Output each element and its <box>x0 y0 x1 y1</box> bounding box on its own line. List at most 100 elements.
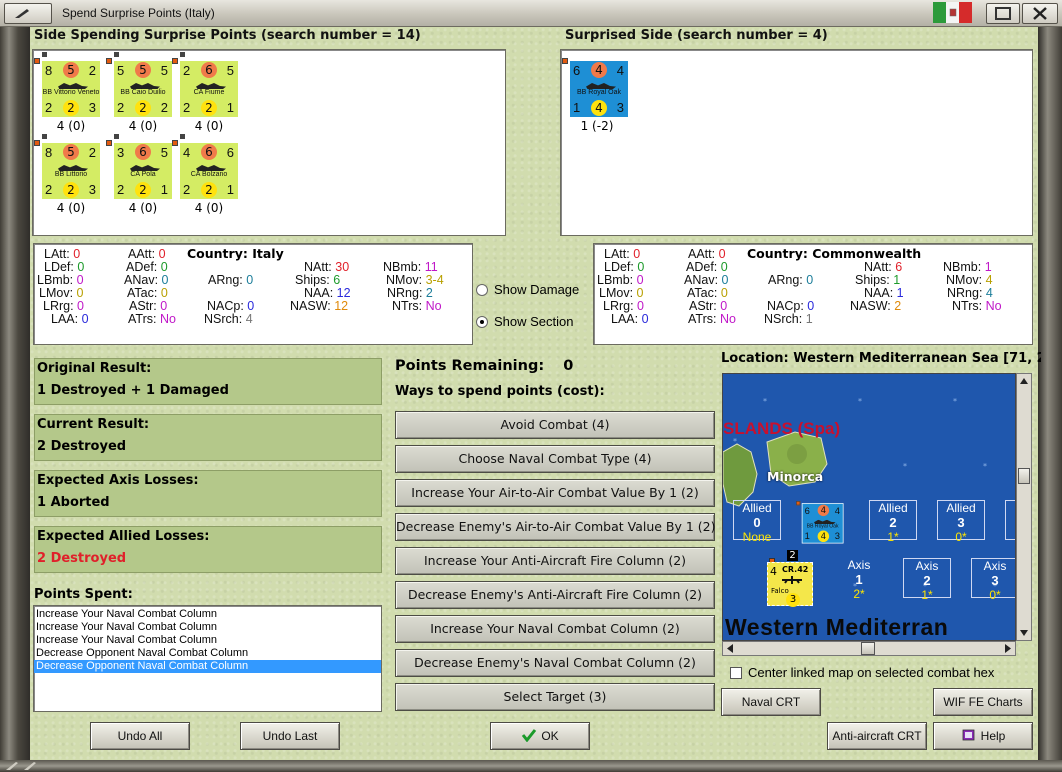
vertical-scroll-thumb[interactable] <box>1018 468 1030 484</box>
surprised-units-panel[interactable] <box>560 49 1033 236</box>
help-label: Help <box>980 729 1006 743</box>
counter-unit[interactable]: 8 5 2 BB Littorio 2 2 3 <box>34 134 100 199</box>
italy-stats-panel: LAtt: 0 LDef: 0 LBmb: 0 LMov: 0 LRrg: 0 … <box>33 243 473 345</box>
counter-stat: 3 <box>616 100 624 115</box>
checkbox-unchecked-icon <box>730 667 742 679</box>
box-value: 1* <box>887 530 899 544</box>
counter-stat: 6 <box>573 63 581 78</box>
horizontal-scroll-thumb[interactable] <box>861 642 875 655</box>
spend-option-button[interactable]: Decrease Enemy's Naval Combat Column (2) <box>395 649 715 677</box>
linked-map[interactable]: * * * * * * * * * SLANDS (Spa) Minorca Allied … <box>722 373 1016 641</box>
axis-box-3[interactable]: Axis 3 0* <box>971 558 1015 602</box>
counter-royal-oak[interactable]: 6 4 4 BB Royal Oak 1 4 3 <box>562 58 628 117</box>
stat-value: 0 <box>641 312 649 326</box>
counter-stat: 3 <box>88 182 96 197</box>
counter-stat: 2 <box>45 182 53 197</box>
box-number: 2 <box>889 515 897 530</box>
box-side: Allied <box>742 501 772 515</box>
points-spent-list[interactable]: Increase Your Naval Combat Column Increas… <box>33 605 382 712</box>
unit-marker-icon <box>106 58 112 64</box>
list-item[interactable]: Increase Your Naval Combat Column <box>34 634 381 647</box>
map-horizontal-scrollbar[interactable] <box>722 641 1016 656</box>
original-result-box: Original Result: 1 Destroyed + 1 Damaged <box>34 358 382 405</box>
counter-stat: 1 <box>160 182 168 197</box>
help-book-icon <box>962 729 975 741</box>
wif-fe-charts-button[interactable]: WIF FE Charts <box>933 688 1033 716</box>
system-menu-button[interactable] <box>4 3 52 24</box>
counter-unit[interactable]: 5 5 5 BB Caio Duilio 2 2 2 <box>106 52 172 117</box>
counter-stat: 1 <box>226 100 234 115</box>
counter-stat: 2 <box>183 182 191 197</box>
air-unit-counter[interactable]: 2 4 CR.42 Falco 3 <box>765 550 815 607</box>
counter-caption: 4 (0) <box>56 119 86 133</box>
allied-box-3[interactable]: Allied 3 0* <box>937 500 985 544</box>
ok-button[interactable]: OK <box>490 722 590 750</box>
counter-stat: 4 <box>834 505 840 517</box>
scroll-up-icon[interactable] <box>1017 374 1031 388</box>
counter-stat: 1 <box>226 182 234 197</box>
undo-all-button[interactable]: Undo All <box>90 722 190 750</box>
close-button[interactable] <box>1022 3 1058 24</box>
allied-box-0[interactable]: Allied 0 None <box>733 500 781 544</box>
spend-option-button[interactable]: Increase Your Air-to-Air Combat Value By… <box>395 479 715 507</box>
counter-stat: 2 <box>135 182 151 198</box>
counter-stat: 4 <box>770 565 777 578</box>
resize-grip-icon[interactable] <box>2 760 42 772</box>
italy-flag-icon <box>931 0 975 27</box>
stat-value: 0 <box>161 273 169 287</box>
list-item[interactable]: Decrease Opponent Naval Combat Column <box>34 660 381 673</box>
maximize-button[interactable] <box>986 3 1020 24</box>
spend-option-button[interactable]: Choose Naval Combat Type (4) <box>395 445 715 473</box>
list-item[interactable]: Increase Your Naval Combat Column <box>34 621 381 634</box>
axis-box-2[interactable]: Axis 2 1* <box>903 558 951 602</box>
spend-option-button[interactable]: Increase Your Naval Combat Column (2) <box>395 615 715 643</box>
maximize-icon <box>995 7 1011 20</box>
show-section-radio[interactable]: Show Section <box>476 314 574 329</box>
counter-stat: 4 <box>591 100 607 116</box>
original-result-value: 1 Destroyed + 1 Damaged <box>37 383 229 398</box>
counter-stat: 6 <box>201 144 217 160</box>
unit-flag-icon <box>180 134 185 139</box>
anti-aircraft-crt-button[interactable]: Anti-aircraft CRT <box>827 722 927 750</box>
counter-stat: 4 <box>591 62 607 78</box>
scroll-down-icon[interactable] <box>1017 626 1031 640</box>
country-name: Commonwealth <box>812 246 922 261</box>
stat-value: 0 <box>720 286 728 300</box>
unit-marker-icon <box>34 58 40 64</box>
scroll-right-icon[interactable] <box>1001 642 1015 655</box>
undo-last-button[interactable]: Undo Last <box>240 722 340 750</box>
stack-count: 2 <box>787 550 798 561</box>
counter-unit[interactable]: 3 6 5 CA Pola 2 2 1 <box>106 134 172 199</box>
show-damage-radio[interactable]: Show Damage <box>476 282 579 297</box>
map-counter-royal-oak[interactable]: 6 4 4 BB Royal Oak 1 4 3 <box>796 501 844 544</box>
title-bar[interactable]: Spend Surprise Points (Italy) <box>0 0 1062 27</box>
list-item[interactable]: Decrease Opponent Naval Combat Column <box>34 647 381 660</box>
svg-text:*: * <box>903 462 907 471</box>
points-remaining-label: Points Remaining: <box>395 358 545 374</box>
box-number: 2 <box>923 573 931 588</box>
list-item[interactable]: Increase Your Naval Combat Column <box>34 608 381 621</box>
center-map-checkbox[interactable]: Center linked map on selected combat hex <box>730 665 994 680</box>
counter-name: BB Royal Oak <box>577 89 621 96</box>
help-button[interactable]: Help <box>933 722 1033 750</box>
stat-value: 0 <box>636 286 644 300</box>
counter-unit[interactable]: 2 6 5 CA Fiume 2 2 1 <box>172 52 238 117</box>
allied-box-2[interactable]: Allied 2 1* <box>869 500 917 544</box>
axis-box-1[interactable]: Axis 1 2* <box>835 558 883 601</box>
counter-stat: 3 <box>117 145 125 160</box>
stat-value: 1 <box>896 286 904 300</box>
stat-value: 0 <box>718 247 726 261</box>
naval-crt-button[interactable]: Naval CRT <box>721 688 821 716</box>
spend-option-button[interactable]: Decrease Enemy's Air-to-Air Combat Value… <box>395 513 716 541</box>
window-title: Spend Surprise Points (Italy) <box>62 6 215 20</box>
spend-option-button[interactable]: Decrease Enemy's Anti-Aircraft Fire Colu… <box>395 581 715 609</box>
map-vertical-scrollbar[interactable] <box>1016 373 1032 641</box>
stat-value: 0 <box>76 273 84 287</box>
counter-stat: 2 <box>201 182 217 198</box>
counter-unit[interactable]: 4 6 6 CA Bolzano 2 2 1 <box>172 134 238 199</box>
spend-option-button[interactable]: Select Target (3) <box>395 683 715 711</box>
spend-option-button[interactable]: Avoid Combat (4) <box>395 411 715 439</box>
counter-unit[interactable]: 8 5 2 BB Vittorio Veneto 2 2 3 <box>34 52 100 117</box>
spend-option-button[interactable]: Increase Your Anti-Aircraft Fire Column … <box>395 547 715 575</box>
scroll-left-icon[interactable] <box>723 642 737 655</box>
